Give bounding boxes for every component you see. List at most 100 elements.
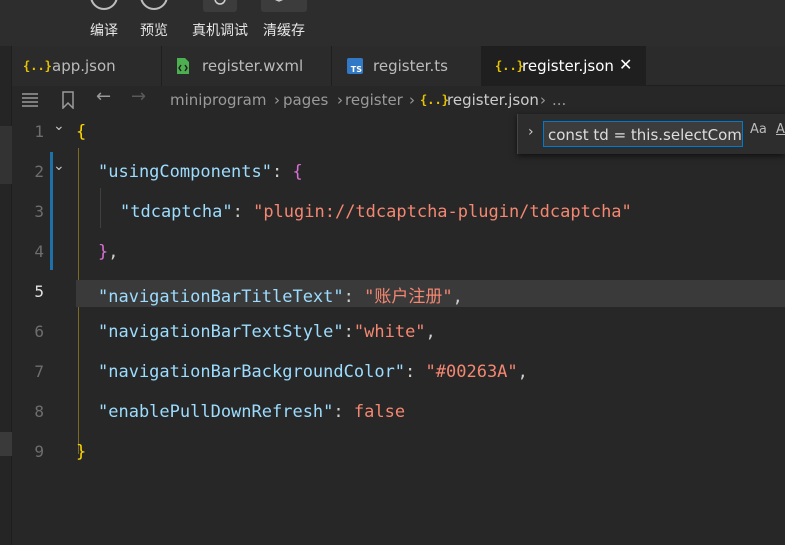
find-query: const td = this.selectComponent — [548, 126, 742, 144]
preview-button[interactable]: 预览 — [128, 0, 180, 46]
json-string: "white" — [353, 322, 426, 342]
json-string: "#00263A" — [425, 362, 518, 382]
code-text: }, — [98, 242, 119, 262]
chevron-right-icon[interactable]: › — [528, 124, 534, 140]
back-arrow-icon[interactable]: ← — [96, 88, 111, 106]
strip-marker — [0, 126, 12, 184]
chevron-right-icon: › — [337, 91, 343, 109]
code-line-8: 8 "enablePullDownRefresh": false — [12, 394, 785, 434]
tab-label: app.json — [52, 57, 116, 75]
code-line-6: 6 "navigationBarTextStyle":"white", — [12, 314, 785, 354]
breadcrumb-item[interactable]: pages — [283, 91, 328, 109]
bracket: } — [98, 242, 109, 262]
json-comma: , — [517, 362, 528, 382]
json-key: "tdcaptcha" — [120, 202, 233, 222]
json-key: "enablePullDownRefresh" — [98, 402, 334, 422]
compile-button[interactable]: 编译 — [78, 0, 130, 46]
strip-scroll-marker[interactable] — [0, 432, 12, 456]
tab-label: register.ts — [373, 57, 448, 75]
find-input[interactable]: const td = this.selectComponent — [543, 121, 743, 147]
code-line-4: 4 }, — [12, 234, 785, 274]
line-number: 1 — [34, 122, 44, 141]
json-braces-icon: {..} — [420, 93, 449, 107]
tab-register-ts[interactable]: TS register.ts — [332, 46, 482, 86]
code-line-9: 9 } — [12, 434, 785, 474]
device-debug-label: 真机调试 — [192, 23, 248, 39]
find-widget: › const td = this.selectComponent Aa AB — [517, 114, 785, 154]
code-line-7: 7 "navigationBarBackgroundColor": "#0026… — [12, 354, 785, 394]
line-number: 3 — [34, 202, 44, 221]
list-icon[interactable] — [21, 91, 39, 110]
tab-label: register.json — [522, 57, 614, 75]
code-line-5: 5 "navigationBarTitleText": "账户注册", — [12, 274, 785, 314]
json-comma: , — [425, 322, 436, 342]
code-line-3: 3 "tdcaptcha": "plugin://tdcaptcha-plugi… — [12, 194, 785, 234]
json-colon: : — [272, 162, 293, 182]
json-colon: : — [405, 362, 426, 382]
compile-label: 编译 — [90, 23, 118, 39]
line-number: 2 — [34, 162, 44, 181]
bracket: } — [76, 442, 87, 462]
breadcrumb: ← → miniprogram › pages › register › {..… — [12, 86, 785, 114]
line-number: 6 — [34, 322, 44, 341]
breadcrumb-file[interactable]: register.json — [447, 91, 539, 109]
close-icon[interactable]: ✕ — [619, 55, 632, 74]
layers-icon — [261, 0, 307, 12]
code-text: "enablePullDownRefresh": false — [98, 402, 405, 422]
line-number: 9 — [34, 442, 44, 461]
bug-icon — [203, 0, 237, 12]
breadcrumb-item[interactable]: miniprogram — [170, 91, 266, 109]
line-number: 8 — [34, 402, 44, 421]
line-number: 5 — [34, 282, 44, 301]
json-colon: : — [232, 202, 254, 222]
clear-cache-button[interactable]: 清缓存 — [258, 0, 310, 46]
code-text: "navigationBarTitleText": "账户注册", — [98, 282, 463, 307]
json-colon: : — [333, 402, 354, 422]
chevron-right-icon: › — [274, 91, 280, 109]
fold-chevron-icon[interactable]: ⌄ — [53, 118, 65, 134]
wxml-file-icon — [176, 57, 190, 75]
code-text: "navigationBarTextStyle":"white", — [98, 322, 436, 342]
code-text: "tdcaptcha": "plugin://tdcaptcha-plugin/… — [120, 202, 632, 222]
breadcrumb-ellipsis[interactable]: ... — [552, 91, 566, 109]
fold-chevron-icon[interactable]: ⌄ — [53, 158, 65, 174]
top-toolbar: 编译 预览 真机调试 清缓存 — [0, 0, 785, 46]
tab-label: register.wxml — [202, 57, 304, 75]
match-case-toggle[interactable]: Aa — [750, 122, 767, 137]
tab-register-json[interactable]: {..} register.json ✕ — [482, 46, 646, 86]
code-line-2: 2 ⌄ "usingComponents": { — [12, 154, 785, 194]
json-key: "navigationBarBackgroundColor" — [98, 362, 406, 382]
json-braces-icon: {..} — [23, 59, 52, 73]
whole-word-toggle[interactable]: AB — [776, 122, 785, 137]
line-number: 7 — [34, 362, 44, 381]
typescript-file-icon: TS — [347, 58, 363, 74]
clear-cache-label: 清缓存 — [263, 23, 305, 39]
activity-strip — [0, 46, 12, 545]
refresh-icon — [90, 0, 118, 10]
breadcrumb-item[interactable]: register — [345, 91, 403, 109]
code-editor[interactable]: 1 ⌄ { 2 ⌄ "usingComponents": { 3 "tdcapt… — [12, 114, 785, 545]
code-text: { — [76, 122, 86, 142]
tab-register-wxml[interactable]: register.wxml — [162, 46, 332, 86]
bookmark-icon[interactable] — [61, 91, 75, 112]
chevron-right-icon: › — [409, 91, 415, 109]
device-debug-button[interactable]: 真机调试 — [190, 0, 250, 46]
json-string: "plugin://tdcaptcha-plugin/tdcaptcha" — [253, 202, 632, 222]
forward-arrow-icon[interactable]: → — [131, 88, 146, 106]
json-comma: , — [108, 242, 119, 262]
bracket: { — [292, 162, 303, 182]
ts-icon-text: TS — [350, 65, 362, 74]
tab-app-json[interactable]: {..} app.json — [12, 46, 162, 86]
bracket: { — [76, 122, 87, 142]
json-key: "navigationBarTitleText" — [98, 287, 344, 307]
json-comma: , — [452, 287, 463, 307]
line-number: 4 — [34, 242, 44, 261]
code-text: "usingComponents": { — [98, 162, 303, 182]
chevron-right-icon: › — [540, 91, 546, 109]
json-key: "usingComponents" — [98, 162, 272, 182]
json-boolean: false — [353, 402, 406, 422]
json-key: "navigationBarTextStyle" — [98, 322, 344, 342]
editor-tab-bar: {..} app.json register.wxml TS register.… — [12, 46, 785, 86]
code-text: "navigationBarBackgroundColor": "#00263A… — [98, 362, 528, 382]
json-colon: : — [343, 287, 365, 307]
